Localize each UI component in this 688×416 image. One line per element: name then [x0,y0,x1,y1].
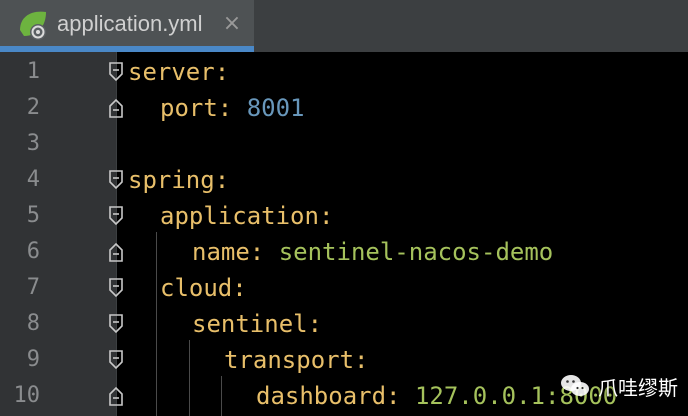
yaml-key: application [160,202,319,230]
fold-start-icon[interactable] [107,61,125,83]
yaml-number-value: 8001 [246,94,305,122]
yaml-colon: : [214,166,230,194]
tab-title: application.yml [57,11,203,36]
yaml-key: name [192,238,250,266]
spring-leaf-gear-icon [20,11,46,40]
yaml-colon: : [354,346,369,374]
yaml-key: cloud [160,274,233,302]
line-number: 7 [26,275,40,300]
editor-tab-bar: application.yml × [0,0,688,52]
yaml-colon: : [232,274,247,302]
yaml-key: server [128,58,215,86]
code-line[interactable]: name: sentinel-nacos-demo [192,234,553,270]
yaml-key: transport [224,346,355,374]
line-number: 10 [13,383,41,408]
yaml-colon: : [318,202,334,230]
indent-guide [156,232,157,416]
fold-end-icon[interactable] [107,385,125,407]
yaml-colon: : [249,238,265,266]
line-number: 5 [26,203,40,228]
code-line[interactable]: port: 8001 [160,90,305,126]
fold-end-icon[interactable] [107,97,125,119]
line-number: 1 [26,59,40,84]
yaml-colon: : [386,382,401,410]
code-line[interactable]: sentinel: [192,306,322,342]
yaml-colon: : [214,58,230,86]
fold-start-icon[interactable] [107,313,125,335]
yaml-string-value: sentinel-nacos-demo [278,238,554,266]
code-line[interactable]: server: [128,54,229,90]
line-number: 8 [26,311,40,336]
code-editor[interactable]: 1 2 3 4 5 6 7 8 9 10 server: port: 8001 … [0,52,688,416]
code-line[interactable]: spring: [128,162,229,198]
indent-guide [221,376,222,416]
tab-close-icon[interactable]: × [219,10,245,38]
yaml-key: dashboard [256,382,387,410]
line-number: 6 [26,239,40,264]
fold-start-icon[interactable] [107,277,125,299]
line-number: 3 [26,131,40,156]
fold-start-icon[interactable] [107,349,125,371]
line-number: 2 [26,95,40,120]
yaml-colon: : [217,94,233,122]
tab-application-yml[interactable]: application.yml × [0,0,254,52]
code-line[interactable]: cloud: [160,270,247,306]
line-number: 9 [26,347,40,372]
line-number: 4 [26,167,40,192]
fold-start-icon[interactable] [107,169,125,191]
code-line[interactable]: transport: [224,342,369,378]
fold-start-icon[interactable] [107,205,125,227]
wechat-icon [561,375,589,396]
yaml-key: spring [128,166,215,194]
code-line[interactable]: application: [160,198,333,234]
watermark: 爪哇缪斯 [560,370,678,402]
yaml-colon: : [307,310,323,338]
yaml-key: port [160,94,218,122]
yaml-key: sentinel [192,310,308,338]
fold-end-icon[interactable] [107,241,125,263]
indent-guide [189,340,190,416]
watermark-text: 爪哇缪斯 [598,375,678,400]
